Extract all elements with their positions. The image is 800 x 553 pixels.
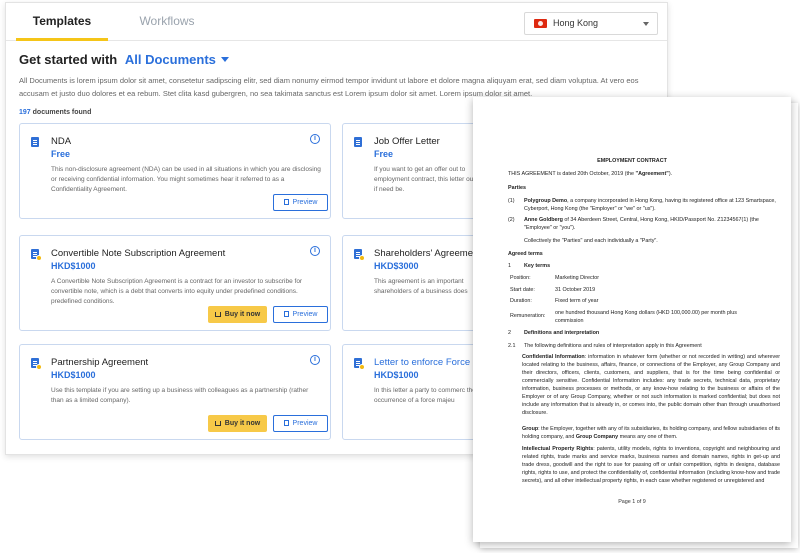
clause-text: The following definitions and rules of i…: [524, 343, 702, 349]
key-term-label: Position:: [510, 275, 531, 281]
card-price: HKD$3000: [374, 261, 419, 271]
premium-document-icon: [31, 358, 42, 370]
key-term-value: one hundred thousand Hong Kong dollars (…: [555, 310, 737, 324]
key-term-value: 31 October 2019: [555, 287, 596, 293]
document-preview: EMPLOYMENT CONTRACT THIS AGREEMENT is da…: [473, 97, 791, 542]
document-intro: THIS AGREEMENT is dated 20th October, 20…: [508, 170, 778, 178]
party-employee: Anne Goldberg of 34 Aberdeen Street, Cen…: [524, 216, 780, 232]
section-number: 2: [508, 330, 511, 336]
party-number: (2): [508, 217, 515, 223]
definition-intellectual-property: Intellectual Property Rights: patents, u…: [522, 445, 780, 485]
preview-label: Preview: [292, 311, 318, 318]
document-icon: [354, 137, 363, 148]
key-term-value: Marketing Director: [555, 275, 600, 281]
card-price: HKD$1000: [51, 261, 96, 271]
chevron-down-icon: [643, 22, 649, 26]
definition-text: : information in whatever form (whether …: [522, 354, 780, 416]
intro-text: is dated 20th October, 2019 (the: [555, 171, 636, 177]
tab-bar: Templates Workflows Hong Kong: [6, 3, 667, 41]
card-price: HKD$1000: [51, 370, 96, 380]
card-description: This non-disclosure agreement (NDA) can …: [51, 166, 321, 193]
page-title-prefix: Get started with: [19, 52, 118, 67]
preview-label: Preview: [292, 420, 318, 427]
hong-kong-flag-icon: [534, 19, 547, 28]
section-title: Definitions and interpretation: [524, 330, 600, 336]
party-employer: Polygroup Demo, a company incorporated i…: [524, 197, 780, 213]
template-card-nda[interactable]: NDA Free i This non-disclosure agreement…: [19, 123, 331, 219]
card-description: Use this template if you are setting up …: [51, 387, 309, 404]
results-label: documents found: [32, 109, 92, 116]
definition-group: Group: the Employer, together with any o…: [522, 425, 780, 441]
country-label: Hong Kong: [553, 18, 599, 28]
definition-term: Group: [522, 426, 539, 432]
preview-button[interactable]: Preview: [273, 415, 328, 432]
info-icon[interactable]: i: [310, 246, 320, 256]
info-icon[interactable]: i: [310, 355, 320, 365]
parties-heading: Parties: [508, 185, 526, 191]
document-filter-label: All Documents: [124, 52, 216, 67]
premium-document-icon: [354, 358, 365, 370]
definition-term: Confidential Information: [522, 354, 585, 360]
preview-icon: [283, 199, 289, 205]
info-icon[interactable]: i: [310, 134, 320, 144]
definition-confidential-information: Confidential Information: information in…: [522, 353, 780, 417]
key-term-label: Duration:: [510, 298, 532, 304]
party-name: Polygroup Demo: [524, 198, 568, 204]
card-title[interactable]: Shareholders' Agreeme: [374, 248, 473, 259]
cart-icon: [214, 421, 221, 426]
card-title[interactable]: Job Offer Letter: [374, 136, 440, 147]
key-term-label: Remuneration:: [510, 313, 546, 319]
page-footer: Page 1 of 9: [618, 499, 646, 505]
preview-button[interactable]: Preview: [273, 306, 328, 323]
results-number: 197: [19, 109, 31, 116]
card-title[interactable]: NDA: [51, 136, 71, 147]
premium-document-icon: [31, 249, 42, 261]
definition-text: means any one of them.: [618, 434, 678, 440]
tab-workflows[interactable]: Workflows: [121, 3, 213, 41]
card-price: Free: [374, 149, 394, 159]
party-number: (1): [508, 198, 515, 204]
preview-label: Preview: [292, 199, 318, 206]
results-count: 197 documents found: [19, 109, 91, 116]
card-description: A Convertible Note Subscription Agreemen…: [51, 278, 303, 305]
premium-document-icon: [354, 249, 365, 261]
tab-templates[interactable]: Templates: [16, 3, 108, 41]
key-term-label: Start date:: [510, 287, 535, 293]
clause-number: 2.1: [508, 343, 516, 349]
template-card-convertible-note[interactable]: Convertible Note Subscription Agreement …: [19, 235, 331, 331]
preview-icon: [283, 311, 289, 317]
preview-icon: [283, 420, 289, 426]
cart-icon: [214, 312, 221, 317]
preview-button[interactable]: Preview: [273, 194, 328, 211]
definition-term: Group Company: [575, 434, 619, 440]
document-icon: [31, 137, 40, 148]
country-select[interactable]: Hong Kong: [524, 12, 658, 35]
page-title: Get started with All Documents: [19, 52, 229, 67]
intro-defined-term: "Agreement": [635, 171, 669, 177]
buy-now-button[interactable]: Buy it now: [208, 415, 267, 432]
section-number: 1: [508, 263, 511, 269]
intro-end: ).: [668, 171, 673, 177]
agreed-terms-heading: Agreed terms: [508, 251, 543, 257]
intro-lead: THIS AGREEMENT: [508, 171, 556, 177]
document-title: EMPLOYMENT CONTRACT: [597, 158, 667, 164]
definition-term: Intellectual Property Rights: [522, 446, 594, 452]
key-term-value: Fixed term of year: [555, 298, 599, 304]
card-price: HKD$1000: [374, 370, 419, 380]
card-title[interactable]: Letter to enforce Force: [374, 357, 470, 368]
card-title[interactable]: Convertible Note Subscription Agreement: [51, 248, 225, 259]
party-name: Anne Goldberg: [524, 217, 563, 223]
buy-now-button[interactable]: Buy it now: [208, 306, 267, 323]
card-title[interactable]: Partnership Agreement: [51, 357, 148, 368]
document-filter-dropdown[interactable]: All Documents: [125, 52, 229, 67]
buy-label: Buy it now: [224, 420, 261, 427]
card-price: Free: [51, 149, 71, 159]
collectively-clause: Collectively the "Parties" and each indi…: [524, 238, 658, 244]
section-title: Key terms: [524, 263, 551, 269]
template-card-partnership-agreement[interactable]: Partnership Agreement HKD$1000 i Use thi…: [19, 344, 331, 440]
buy-label: Buy it now: [224, 311, 261, 318]
caret-down-icon: [220, 57, 229, 62]
